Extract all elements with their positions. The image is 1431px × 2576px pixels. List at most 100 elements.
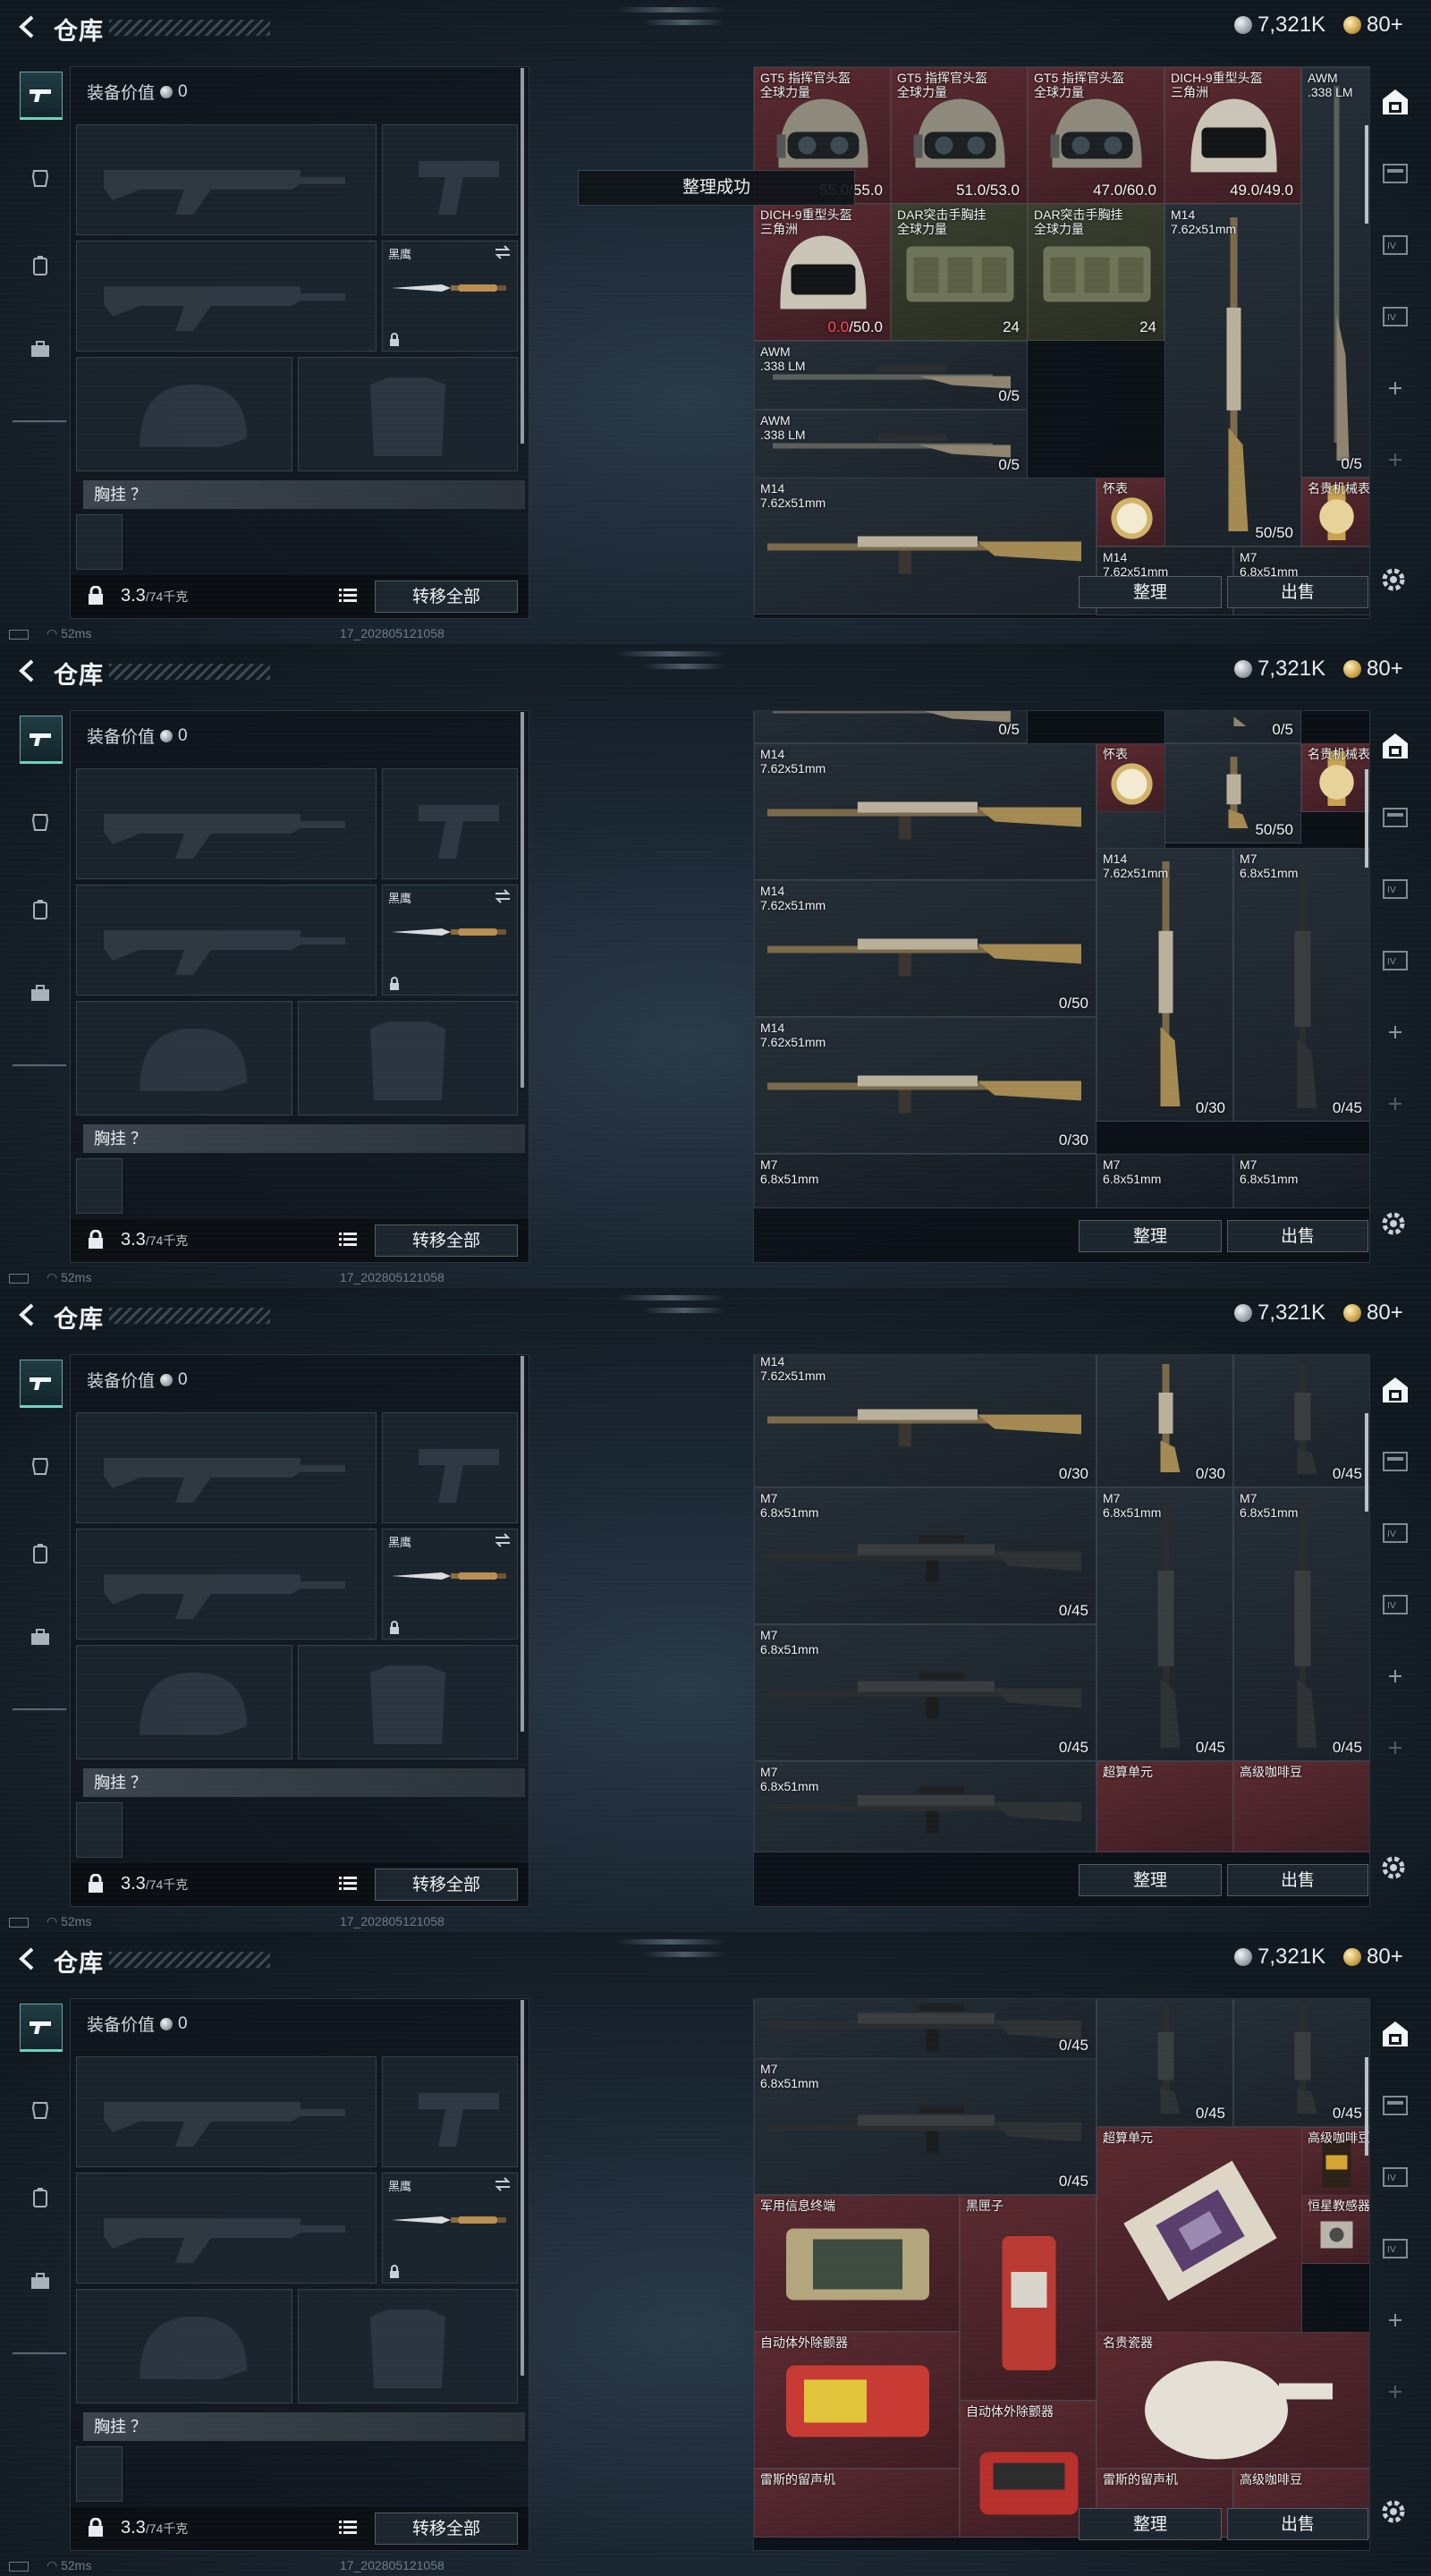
armor-tab[interactable] bbox=[20, 156, 61, 200]
list-icon[interactable] bbox=[339, 2520, 357, 2536]
stash-scrollbar[interactable] bbox=[1365, 769, 1368, 868]
stash-item[interactable]: 名贵瓷器 bbox=[1097, 2332, 1369, 2469]
primary-weapon-slot[interactable] bbox=[76, 2056, 377, 2167]
secondary-weapon-slot[interactable] bbox=[76, 2173, 377, 2284]
back-arrow-icon[interactable] bbox=[14, 1301, 41, 1328]
stash-item[interactable]: M14 7.62x51mm 50/50 bbox=[1164, 204, 1301, 547]
primary-weapon-slot[interactable] bbox=[76, 124, 377, 235]
stash-item[interactable]: DAR突击手胸挂 全球力量 24 bbox=[1028, 204, 1164, 341]
stash-tab-3[interactable]: IV bbox=[1376, 941, 1415, 980]
stash-item[interactable]: 高级咖啡豆 bbox=[1233, 1761, 1369, 1852]
swap-icon[interactable] bbox=[494, 889, 512, 903]
helmet-slot[interactable] bbox=[76, 2289, 292, 2403]
armor-tab[interactable] bbox=[20, 800, 61, 844]
sell-button[interactable]: 出售 bbox=[1227, 1220, 1368, 1252]
stash-item[interactable]: AWM .338 LM0/5 bbox=[754, 410, 1028, 479]
sort-button[interactable]: 整理 bbox=[1079, 1220, 1222, 1252]
pistol-slot[interactable] bbox=[382, 768, 518, 879]
primary-weapon-slot[interactable] bbox=[76, 1412, 377, 1523]
safe-box-tab[interactable] bbox=[1376, 1370, 1415, 1410]
add-tab-button[interactable] bbox=[1376, 1657, 1415, 1696]
add-tab-button[interactable] bbox=[1376, 440, 1415, 479]
stash-item[interactable]: 恒星教感器 bbox=[1301, 2195, 1369, 2264]
stash-item[interactable]: 雷斯的留声机 bbox=[754, 2469, 960, 2538]
chest-rig-slot[interactable]: 胸挂 ？ bbox=[83, 480, 525, 509]
weapon-tab[interactable] bbox=[20, 1360, 63, 1408]
stash-item[interactable]: 名贵机械表 bbox=[1301, 478, 1369, 547]
stash-item[interactable]: M14 7.62x51mm 0/30 bbox=[1097, 848, 1233, 1122]
melee-slot[interactable]: 黑鹰 bbox=[382, 241, 518, 352]
primary-weapon-slot[interactable] bbox=[76, 768, 377, 879]
safe-box-tab[interactable] bbox=[1376, 2014, 1415, 2054]
stash-item[interactable]: 超算单元 bbox=[1097, 2127, 1302, 2333]
stash-tab-3[interactable]: IV bbox=[1376, 1585, 1415, 1624]
stash-tab-2[interactable]: IV bbox=[1376, 225, 1415, 265]
sell-button[interactable]: 出售 bbox=[1227, 1864, 1368, 1896]
chest-rig-slot[interactable]: 胸挂 ？ bbox=[83, 1768, 525, 1797]
stash-item[interactable]: M7 6.8x51mm 0/45 bbox=[754, 1487, 1097, 1624]
sort-button[interactable]: 整理 bbox=[1079, 1864, 1222, 1896]
stash-item[interactable]: 50/50 bbox=[1164, 743, 1301, 843]
settings-gear-icon[interactable] bbox=[1377, 1852, 1410, 1884]
stash-item[interactable]: 黑匣子 bbox=[960, 2195, 1097, 2401]
melee-slot[interactable]: 黑鹰 bbox=[382, 885, 518, 996]
stash-item[interactable]: GT5 指挥官头盔 全球力量 51.0/53.0 bbox=[891, 67, 1028, 204]
equipment-scrollbar[interactable] bbox=[521, 68, 524, 444]
settings-gear-icon[interactable] bbox=[1377, 1208, 1410, 1240]
armor-slot[interactable] bbox=[298, 1645, 518, 1759]
sell-button[interactable]: 出售 bbox=[1227, 2508, 1368, 2540]
add-tab-button[interactable] bbox=[1376, 2372, 1415, 2411]
stash-item[interactable]: M14 7.62x51mm 0/30 bbox=[754, 1017, 1097, 1154]
briefcase-tab[interactable] bbox=[20, 327, 61, 372]
armor-slot[interactable] bbox=[298, 1001, 518, 1115]
stash-scrollbar[interactable] bbox=[1365, 1413, 1368, 1512]
stash-item[interactable]: M14 7.62x51mm bbox=[754, 743, 1097, 880]
stash-item[interactable]: M14 7.62x51mm 0/30 bbox=[754, 1355, 1097, 1487]
stash-item[interactable]: 超算单元 bbox=[1097, 1761, 1233, 1852]
back-arrow-icon[interactable] bbox=[14, 13, 41, 40]
gold-currency[interactable]: 80+ bbox=[1343, 1945, 1403, 1970]
rig-grid-slot[interactable] bbox=[76, 1802, 123, 1858]
stash-item[interactable]: AWM .338 LM0/5 bbox=[1301, 67, 1369, 478]
stash-item[interactable]: M7 6.8x51mm 0/45 bbox=[1233, 848, 1369, 1122]
stash-item[interactable]: 自动体外除颤器 bbox=[754, 2332, 960, 2469]
list-icon[interactable] bbox=[339, 1232, 357, 1248]
transfer-all-button[interactable]: 转移全部 bbox=[375, 1224, 518, 1257]
stash-tab-1[interactable] bbox=[1376, 798, 1415, 837]
stash-tab-1[interactable] bbox=[1376, 1442, 1415, 1481]
helmet-slot[interactable] bbox=[76, 1645, 292, 1759]
stash-tab-1[interactable] bbox=[1376, 2086, 1415, 2125]
stash-item[interactable]: M7 6.8x51mm 0/45 bbox=[1097, 1487, 1233, 1761]
stash-tab-3[interactable]: IV bbox=[1376, 297, 1415, 336]
back-arrow-icon[interactable] bbox=[14, 657, 41, 684]
list-icon[interactable] bbox=[339, 1876, 357, 1892]
stash-item[interactable]: 0/45 bbox=[1097, 1999, 1233, 2127]
stash-item[interactable]: M7 6.8x51mm bbox=[1097, 1154, 1233, 1208]
stash-item[interactable]: 0/45 bbox=[754, 1999, 1097, 2059]
sort-button[interactable]: 整理 bbox=[1079, 2508, 1222, 2540]
add-tab-button[interactable] bbox=[1376, 2301, 1415, 2340]
melee-slot[interactable]: 黑鹰 bbox=[382, 1529, 518, 1640]
stash-item[interactable]: 0/45 bbox=[1233, 1999, 1369, 2127]
briefcase-tab[interactable] bbox=[20, 2259, 61, 2304]
stash-item[interactable]: 名贵机械表 bbox=[1301, 743, 1369, 812]
stash-item[interactable]: M7 6.8x51mm 0/45 bbox=[754, 2058, 1097, 2195]
stash-tab-3[interactable]: IV bbox=[1376, 2229, 1415, 2268]
swap-icon[interactable] bbox=[494, 1533, 512, 1547]
backpack-tab[interactable] bbox=[20, 243, 61, 288]
weapon-tab[interactable] bbox=[20, 2004, 63, 2052]
stash-item[interactable]: AWM .338 LM0/5 bbox=[754, 341, 1028, 410]
stash-item[interactable]: M7 6.8x51mm 0/45 bbox=[754, 1624, 1097, 1761]
stash-item[interactable]: 自动体外除颤器 bbox=[960, 2401, 1097, 2538]
weapon-tab[interactable] bbox=[20, 716, 63, 764]
swap-icon[interactable] bbox=[494, 245, 512, 259]
armor-slot[interactable] bbox=[298, 2289, 518, 2403]
stash-item[interactable]: M7 6.8x51mm bbox=[754, 1761, 1097, 1852]
stash-scrollbar[interactable] bbox=[1365, 2057, 1368, 2156]
add-tab-button[interactable] bbox=[1376, 369, 1415, 408]
gold-currency[interactable]: 80+ bbox=[1343, 1301, 1403, 1326]
safe-box-tab[interactable] bbox=[1376, 82, 1415, 122]
helmet-slot[interactable] bbox=[76, 1001, 292, 1115]
stash-item[interactable]: AWM .338 LM0/5 bbox=[754, 711, 1028, 743]
stash-tab-2[interactable]: IV bbox=[1376, 1513, 1415, 1553]
